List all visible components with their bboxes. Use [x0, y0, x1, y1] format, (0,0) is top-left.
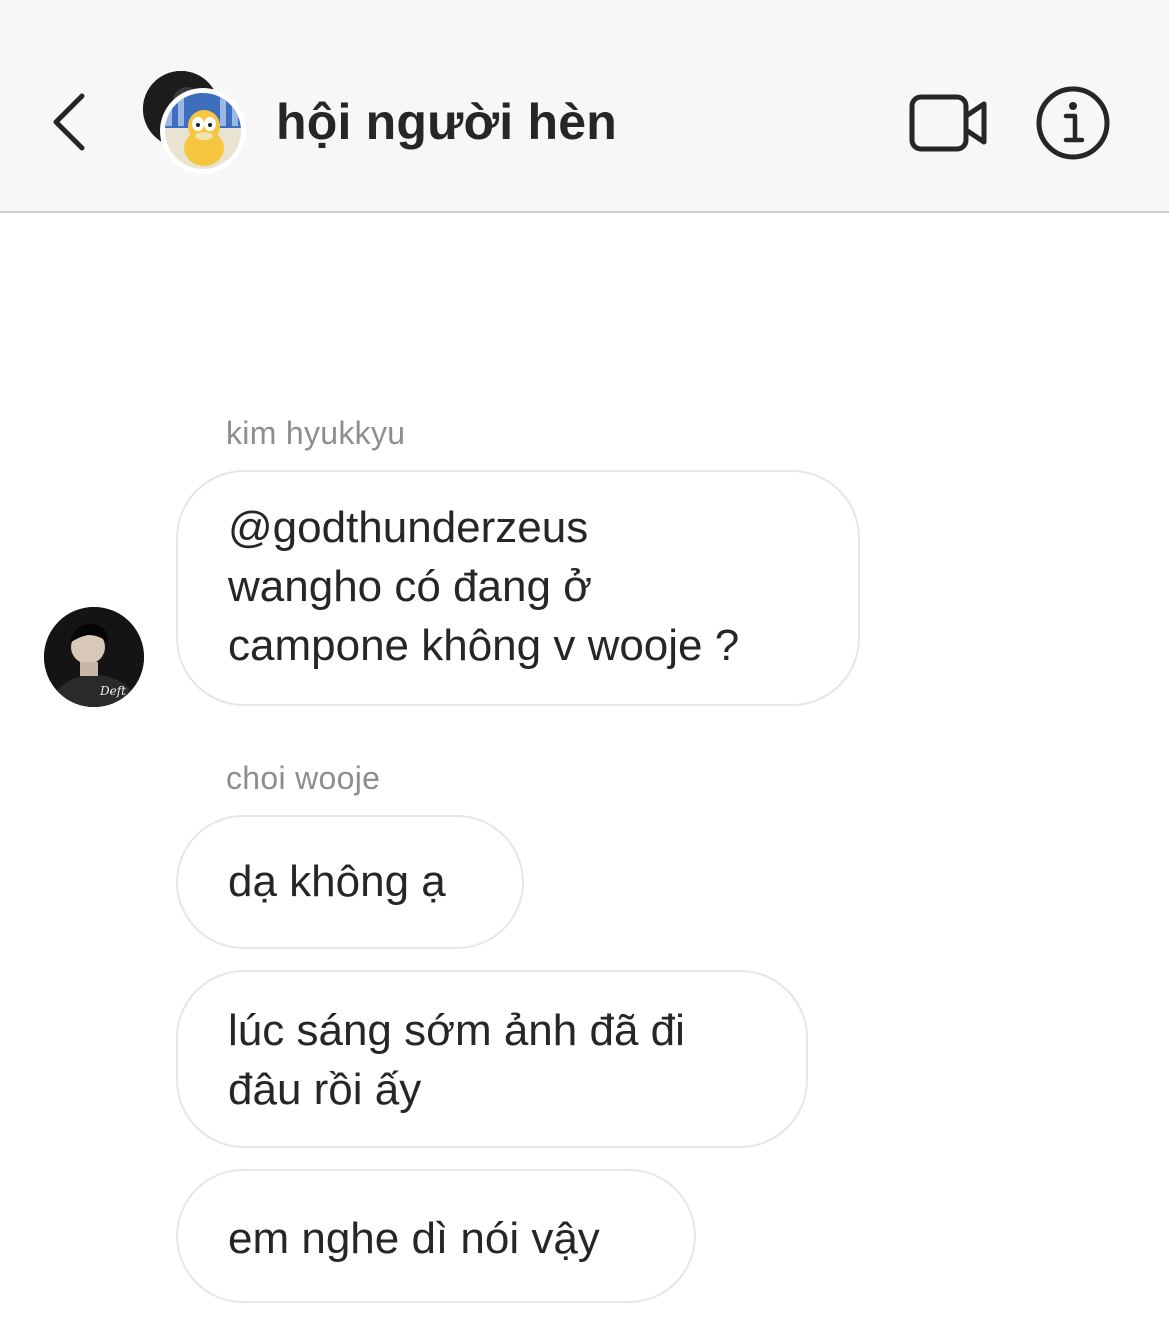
- chat-title[interactable]: hội người hèn: [276, 92, 617, 152]
- chat-header: hội người hèn: [0, 0, 1169, 213]
- avatar-caption: Deft: [99, 684, 126, 698]
- message-bubble[interactable]: lúc sáng sớm ảnh đã đi đâu rồi ấy: [176, 970, 808, 1148]
- sender-name: kim hyukkyu: [226, 415, 406, 451]
- group-avatar[interactable]: [140, 70, 250, 175]
- member-avatar-front: [160, 88, 246, 174]
- sender-name: choi wooje: [226, 760, 381, 796]
- info-button[interactable]: [1034, 84, 1112, 162]
- message-bubble[interactable]: dạ không ạ: [176, 815, 524, 949]
- sender-avatar[interactable]: Deft: [44, 607, 144, 707]
- video-call-button[interactable]: [906, 90, 990, 156]
- back-button[interactable]: [40, 84, 100, 160]
- video-camera-icon: [909, 94, 987, 152]
- info-circle-icon: [1036, 86, 1110, 160]
- chevron-left-icon: [53, 93, 85, 151]
- message-bubble[interactable]: @godthunderzeus wangho có đang ở campone…: [176, 470, 860, 706]
- message-bubble[interactable]: em nghe dì nói vậy: [176, 1169, 696, 1303]
